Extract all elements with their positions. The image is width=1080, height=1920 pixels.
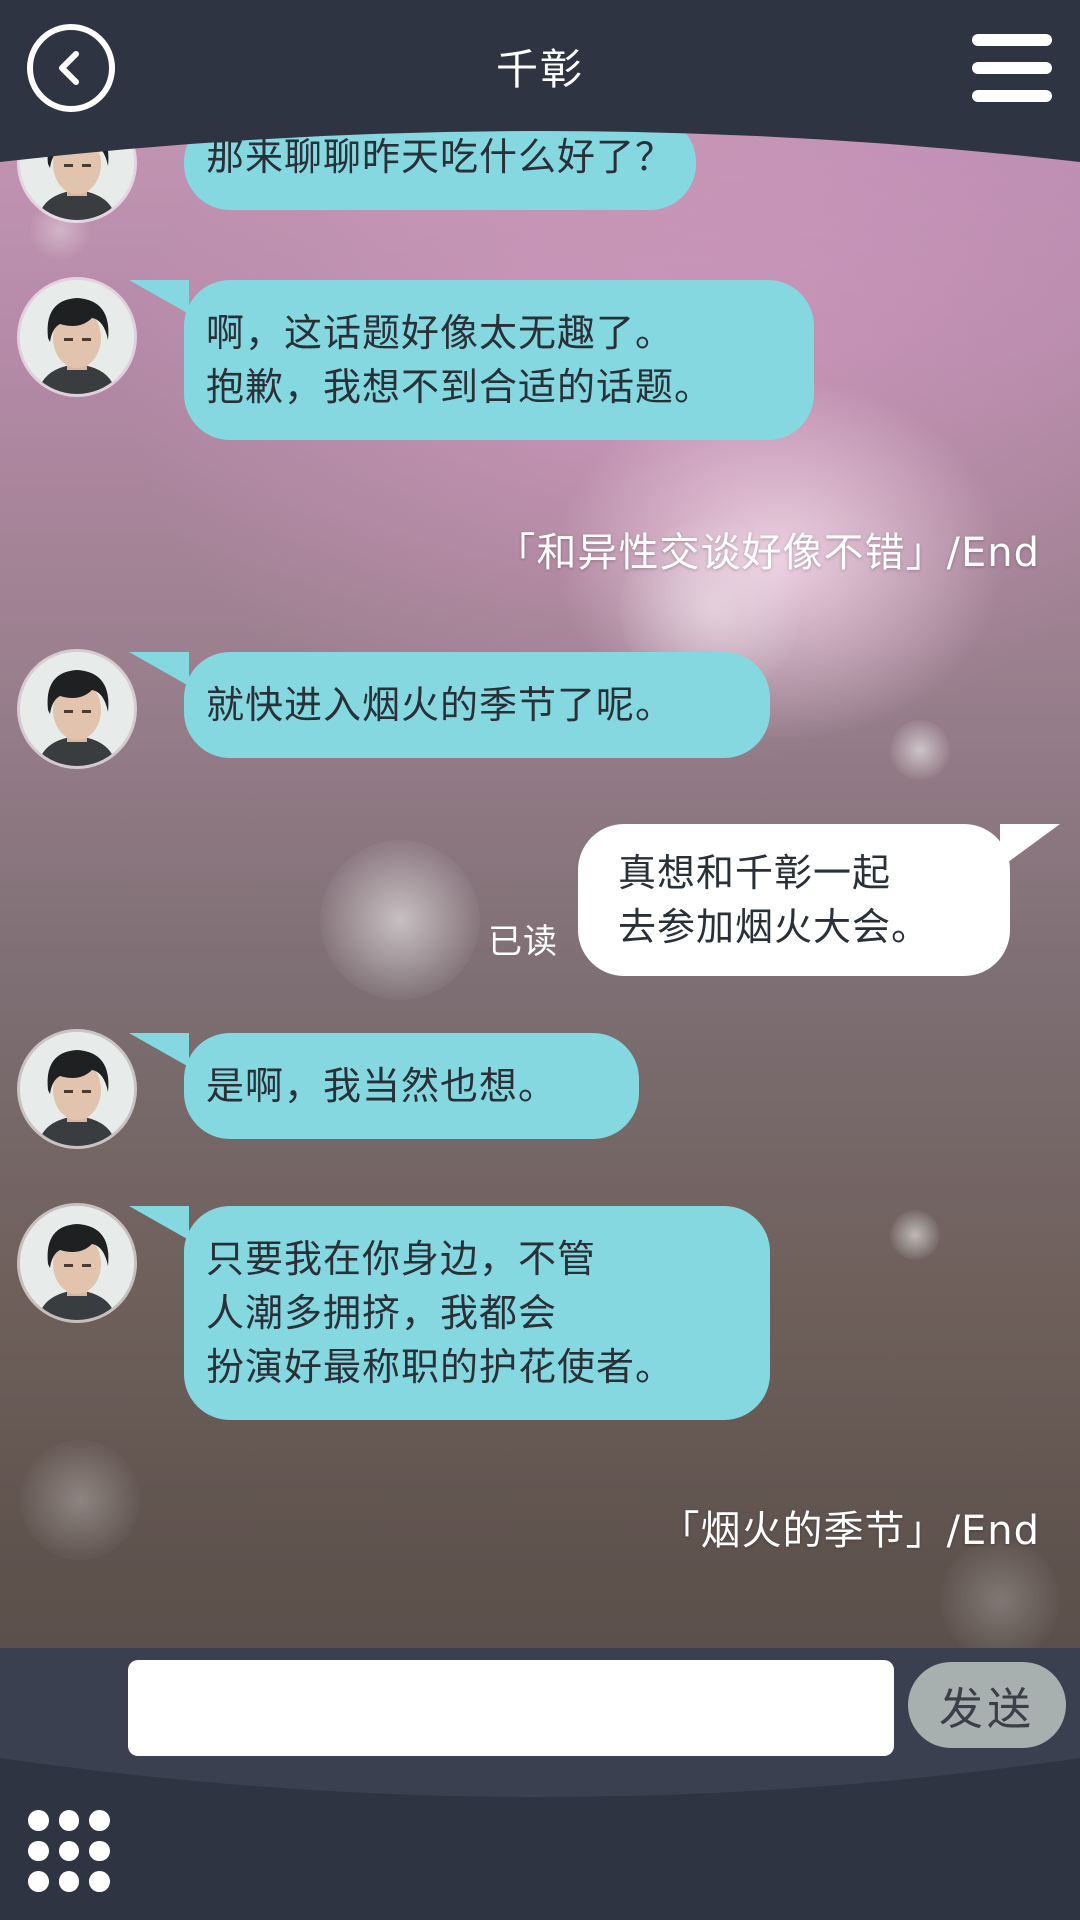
grid-dots-icon [58, 1871, 80, 1892]
bubble-tail [1000, 824, 1060, 868]
hamburger-menu-icon [972, 90, 1052, 102]
incoming-message-bubble[interactable]: 就快进入烟火的季节了呢。 [129, 652, 770, 758]
message-text: 就快进入烟火的季节了呢。 [206, 683, 675, 727]
message-text: 人潮多拥挤，我都会 [206, 1291, 558, 1335]
hamburger-menu-button[interactable] [972, 34, 1052, 102]
grid-dots-icon [28, 1810, 49, 1831]
incoming-message-bubble[interactable]: 啊，这话题好像太无趣了。 抱歉，我想不到合适的话题。 [129, 280, 814, 440]
grid-menu-button[interactable] [28, 1810, 110, 1892]
bubble-tail [129, 1033, 189, 1067]
read-receipt: 已读 [488, 922, 558, 962]
contact-name-title: 千彰 [495, 45, 584, 94]
message-text: 真想和千彰一起 [618, 851, 892, 895]
incoming-message-bubble[interactable]: 是啊，我当然也想。 [129, 1033, 639, 1139]
header-bar: 千彰 [0, 0, 1080, 162]
grid-dots-icon [28, 1840, 49, 1862]
contact-avatar[interactable] [20, 280, 134, 394]
message-text: 是啊，我当然也想。 [206, 1064, 558, 1108]
chat-thread[interactable]: 那来聊聊昨天吃什么好了？ 啊，这话题好像太无趣了。 抱歉，我想不到合适的话题。 … [0, 0, 1080, 1650]
contact-avatar[interactable] [20, 1206, 134, 1320]
grid-dots-icon [28, 1871, 49, 1892]
bubble-tail [129, 280, 189, 314]
message-text: 只要我在你身边，不管 [206, 1237, 597, 1281]
story-end-label: 「烟火的季节」/End [659, 1508, 1040, 1554]
message-text: 扮演好最称职的护花使者。 [206, 1345, 675, 1389]
grid-dots-icon [89, 1840, 110, 1862]
composer-bar: 发送 [0, 1640, 1080, 1920]
back-button[interactable] [27, 24, 115, 112]
message-text: 啊，这话题好像太无趣了。 [206, 311, 675, 355]
bubble-tail [129, 1206, 189, 1240]
contact-avatar[interactable] [20, 652, 134, 766]
message-text: 抱歉，我想不到合适的话题。 [206, 365, 714, 409]
grid-dots-icon [58, 1810, 80, 1831]
message-text: 去参加烟火大会。 [618, 905, 931, 949]
grid-dots-icon [89, 1810, 110, 1831]
contact-avatar[interactable] [20, 1032, 134, 1146]
hamburger-menu-icon [972, 62, 1052, 74]
hamburger-menu-icon [972, 34, 1052, 46]
grid-dots-icon [58, 1840, 80, 1862]
chevron-left-icon [59, 51, 79, 85]
message-input[interactable] [128, 1660, 894, 1756]
bubble-tail [129, 652, 189, 686]
outgoing-message-bubble[interactable]: 真想和千彰一起 去参加烟火大会。 [578, 824, 1060, 976]
story-end-label: 「和异性交谈好像不错」/End [495, 530, 1040, 576]
grid-dots-icon [89, 1871, 110, 1892]
incoming-message-bubble[interactable]: 只要我在你身边，不管 人潮多拥挤，我都会 扮演好最称职的护花使者。 [129, 1206, 770, 1420]
send-button[interactable]: 发送 [908, 1662, 1066, 1748]
